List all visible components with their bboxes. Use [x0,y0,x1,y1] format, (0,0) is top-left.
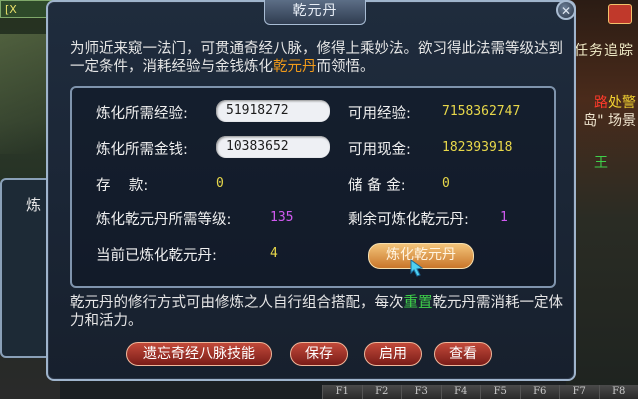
fkey-f5[interactable]: F5 [480,385,520,399]
quest-tracker-line-2: 岛" 场景 [583,113,636,129]
fkey-f7[interactable]: F7 [559,385,599,399]
deposit-value: 0 [216,176,224,191]
remaining-value: 1 [500,210,508,225]
money-required-field: 10383652 [216,136,330,158]
remaining-label: 剩余可炼化乾元丹: [348,212,469,228]
intro-highlight: 乾元丹 [273,59,317,75]
function-key-bar: F1 F2 F3 F4 F5 F6 F7 F8 [322,385,638,399]
fkey-f8[interactable]: F8 [598,385,638,399]
close-button[interactable]: ✕ [556,0,576,20]
footer-text: 乾元丹的修行方式可由修炼之人自行组合搭配，每次重置乾元丹需消耗一定体力和活力。 [70,294,570,330]
deposit-label: 存 款: [96,178,149,194]
dialog-title: 乾元丹 [292,3,338,19]
fkey-f1[interactable]: F1 [322,385,362,399]
quest-badge-icon[interactable] [608,4,632,24]
refined-count-label: 当前已炼化乾元丹: [96,248,217,264]
reserve-value: 0 [442,176,450,191]
intro-text: 为师近来窥一法门，可贯通奇经八脉，修得上乘妙法。欲习得此法需等级达到一定条件，消… [70,40,570,76]
close-icon: ✕ [560,4,572,18]
forget-meridian-skill-button[interactable]: 遗忘奇经八脉技能 [126,342,272,366]
reserve-label: 储 备 金: [348,178,406,194]
refined-count-value: 4 [270,246,278,261]
cash-available-label: 可用现金: [348,142,411,158]
money-required-label: 炼化所需金钱: [96,142,188,158]
exp-required-label: 炼化所需经验: [96,106,188,122]
fkey-f3[interactable]: F3 [401,385,441,399]
fkey-f6[interactable]: F6 [519,385,560,399]
quest-tracker-line-a: 路 [594,95,608,111]
game-scene-right: 任务追踪 路处警 岛" 场景 王 [566,0,638,399]
qianyuandan-dialog: 乾元丹 ✕ 为师近来窥一法门，可贯通奇经八脉，修得上乘妙法。欲习得此法需等级达到… [46,0,576,381]
background-window-label: 炼 [26,196,42,214]
quest-tracker-label[interactable]: 任务追踪 [574,40,634,60]
exp-required-field: 51918272 [216,100,330,122]
refine-stats-panel: 炼化所需经验: 51918272 可用经验: 7158362747 炼化所需金钱… [70,86,556,288]
view-button[interactable]: 查看 [434,342,492,366]
quest-tracker-line-3: 王 [594,155,608,171]
level-required-label: 炼化乾元丹所需等级: [96,212,232,228]
fkey-f4[interactable]: F4 [440,385,481,399]
hand-cursor-icon [410,259,424,277]
fkey-f2[interactable]: F2 [361,385,402,399]
cash-available-value: 182393918 [442,140,513,155]
apply-button[interactable]: 启用 [364,342,422,366]
intro-text-part2: 而领悟。 [316,59,375,75]
footer-highlight: 重置 [403,295,433,311]
level-required-value: 135 [270,210,294,225]
dialog-title-bar: 乾元丹 [264,0,366,25]
save-button[interactable]: 保存 [290,342,348,366]
footer-text-part1: 乾元丹的修行方式可由修炼之人自行组合搭配，每次 [70,295,404,311]
quest-tracker-line-b: 处警 [608,95,636,111]
exp-available-label: 可用经验: [348,106,411,122]
exp-available-value: 7158362747 [442,104,521,119]
quest-tracker-line: 路处警 [594,92,636,112]
